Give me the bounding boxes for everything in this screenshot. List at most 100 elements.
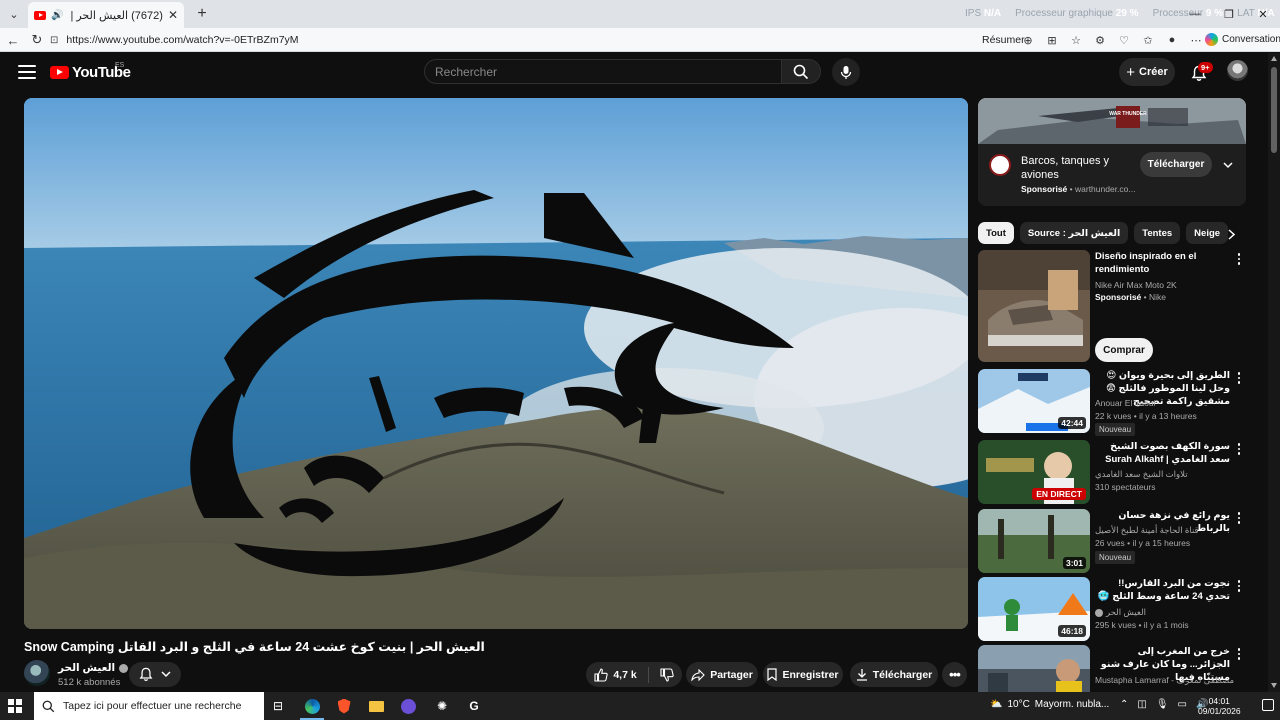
weather-condition: Mayorm. nubla... [1034, 699, 1110, 710]
chip-source-channel[interactable]: Source : العيش الحر [1019, 222, 1129, 244]
new-tab-button[interactable]: + [192, 4, 212, 24]
recommendation-item[interactable]: 3:01 يوم رائع في نزهة حسان بالرباط قناة … [978, 509, 1246, 573]
extensions-icon[interactable]: ⚙ [1092, 32, 1108, 48]
file-explorer-icon[interactable] [366, 696, 386, 716]
page-scrollbar[interactable] [1268, 53, 1280, 692]
summarize-icon[interactable]: ⊕ [1020, 32, 1036, 48]
taskbar-clock[interactable]: 04:01 09/01/2026 [1198, 696, 1241, 716]
video-player[interactable] [24, 98, 968, 629]
recommendation-title[interactable]: Diseño inspirado en el rendimiento [1095, 250, 1230, 276]
app-icon-purple[interactable] [398, 696, 418, 716]
browser-essentials-icon[interactable]: ♡ [1116, 32, 1132, 48]
youtube-favicon-icon [34, 10, 47, 20]
ad-download-button[interactable]: Télécharger [1140, 152, 1212, 177]
profile-icon[interactable]: ● [1164, 32, 1180, 48]
recommendation-thumbnail[interactable] [978, 645, 1090, 692]
network-icon[interactable]: ▭ [1178, 699, 1187, 710]
more-vertical-icon[interactable] [1234, 442, 1244, 456]
close-window-icon[interactable]: ✕ [1246, 0, 1280, 28]
channel-name-link[interactable]: العيش الحر [58, 662, 129, 674]
more-vertical-icon[interactable] [1234, 511, 1244, 525]
tab-list-chevron-icon[interactable]: ⌄ [4, 4, 24, 24]
toolbar-icons: ⊕ ⊞ ☆ ⚙ ♡ ✩ ● ⋯ [1020, 32, 1204, 48]
taskbar-search-box[interactable]: Tapez ici pour effectuer une recherche [34, 692, 264, 720]
brave-browser-icon[interactable] [334, 696, 354, 716]
recommendation-item[interactable]: Diseño inspirado en el rendimiento Nike … [978, 250, 1246, 362]
collections-icon[interactable]: ✩ [1140, 32, 1156, 48]
scroll-down-icon[interactable] [1271, 683, 1277, 688]
ad-expand-button[interactable] [1221, 158, 1235, 172]
browser-tab[interactable]: 🔊 (7672) العيش الحر | بنيت كوخ ... ✕ [28, 2, 184, 28]
url-field[interactable]: ⊡ https://www.youtube.com/watch?v=-0ETrB… [50, 30, 750, 50]
share-button[interactable]: Partager [686, 662, 758, 687]
more-vertical-icon[interactable] [1234, 647, 1244, 661]
subscription-bell-button[interactable] [129, 662, 181, 687]
account-avatar[interactable] [1227, 60, 1248, 81]
tab-close-icon[interactable]: ✕ [168, 8, 178, 22]
tray-expand-icon[interactable]: ⌃ [1120, 699, 1128, 710]
scrollbar-thumb[interactable] [1271, 67, 1277, 153]
chatgpt-icon[interactable]: ✺ [432, 696, 452, 716]
more-vertical-icon[interactable] [1234, 579, 1244, 593]
like-dislike-group: 4,7 k [586, 662, 682, 687]
recommendation-thumbnail[interactable]: 3:01 [978, 509, 1090, 573]
speaker-icon[interactable]: 🔊 [51, 10, 63, 21]
notification-center-icon[interactable] [1262, 699, 1274, 711]
reload-icon[interactable]: ↻ [28, 31, 46, 49]
recommendation-thumbnail[interactable]: 42:44 [978, 369, 1090, 433]
voice-search-button[interactable] [832, 58, 860, 86]
edge-browser-icon[interactable] [302, 696, 322, 716]
scroll-up-icon[interactable] [1271, 56, 1277, 61]
windows-start-icon[interactable] [8, 699, 22, 713]
summarize-button[interactable]: Résumer [982, 34, 1025, 46]
taskbar-search-placeholder: Tapez ici pour effectuer une recherche [63, 700, 242, 712]
app-tray-icon[interactable]: ◫ [1137, 699, 1146, 710]
recommendation-item[interactable]: خرج من المغرب إلى الجزائر... وما كان عار… [978, 645, 1246, 692]
chip-tentes[interactable]: Tentes [1134, 222, 1181, 244]
more-actions-button[interactable]: ••• [942, 662, 967, 687]
chip-tout[interactable]: Tout [978, 222, 1014, 244]
url-text[interactable]: https://www.youtube.com/watch?v=-0ETrBZm… [66, 34, 298, 46]
maximize-icon[interactable]: ❐ [1212, 0, 1246, 28]
site-info-icon[interactable]: ⊡ [50, 35, 58, 46]
like-count[interactable]: 4,7 k [613, 669, 636, 681]
more-vertical-icon[interactable] [1234, 371, 1244, 385]
hamburger-menu-icon[interactable] [18, 65, 36, 79]
copilot-conversation-button[interactable]: Conversation [1205, 33, 1280, 46]
video-title: العيش الحر | بنيت كوخ عشت 24 ساعة في الث… [24, 640, 485, 654]
microphone-icon[interactable]: 🎙 [1156, 699, 1169, 710]
weather-widget[interactable]: ⛅ 10°C Mayorm. nubla... [990, 699, 1109, 710]
app-icon-g[interactable]: G [464, 696, 484, 716]
recommendation-item[interactable]: EN DIRECT سورة الكهف بصوت الشيخ سعد الغا… [978, 440, 1246, 504]
more-menu-icon[interactable]: ⋯ [1188, 32, 1204, 48]
download-button[interactable]: Télécharger [850, 662, 938, 687]
split-screen-icon[interactable]: ⊞ [1044, 32, 1060, 48]
create-button[interactable]: + Créer [1119, 58, 1175, 86]
buy-button[interactable]: Comprar [1095, 338, 1153, 362]
thumbs-up-icon[interactable] [594, 667, 609, 682]
save-button[interactable]: Enregistrer [763, 662, 843, 687]
recommendation-channel: العيش الحر [1106, 607, 1146, 617]
chips-next-button[interactable] [1222, 225, 1240, 243]
ad-meta: Sponsorisé • warthunder.co... [1021, 184, 1136, 194]
recommendation-title[interactable]: سورة الكهف بصوت الشيخ سعد الغامدي | Sura… [1095, 440, 1230, 466]
recommendation-thumbnail[interactable]: 46:18 [978, 577, 1090, 641]
recommendation-thumbnail[interactable] [978, 250, 1090, 362]
thumbs-down-icon[interactable] [660, 667, 674, 682]
channel-avatar[interactable] [24, 660, 50, 686]
minimize-icon[interactable]: — [1178, 0, 1212, 28]
sponsored-ad-card[interactable]: WAR THUNDER Barcos, tanques y aviones Sp… [978, 98, 1246, 206]
back-arrow-icon[interactable]: ← [4, 31, 22, 49]
search-button[interactable] [781, 59, 821, 84]
ad-title: Barcos, tanques y aviones [1021, 155, 1110, 181]
gpu-value: 29 % [1115, 8, 1139, 19]
recommendation-title[interactable]: نجوت من البرد القارس!! تحدي 24 ساعة وسط … [1095, 577, 1230, 603]
more-vertical-icon[interactable] [1234, 252, 1244, 266]
recommendation-item[interactable]: 46:18 نجوت من البرد القارس!! تحدي 24 ساع… [978, 577, 1246, 641]
recommendation-thumbnail[interactable]: EN DIRECT [978, 440, 1090, 504]
search-input[interactable] [435, 64, 781, 79]
favorite-star-icon[interactable]: ☆ [1068, 32, 1084, 48]
recommendation-item[interactable]: 42:44 الطريق إلى بحيرة ويوان 😍 وحل لينا … [978, 369, 1246, 436]
ips-label: IPS [965, 8, 982, 19]
task-view-icon[interactable]: ⊟ [268, 696, 288, 716]
